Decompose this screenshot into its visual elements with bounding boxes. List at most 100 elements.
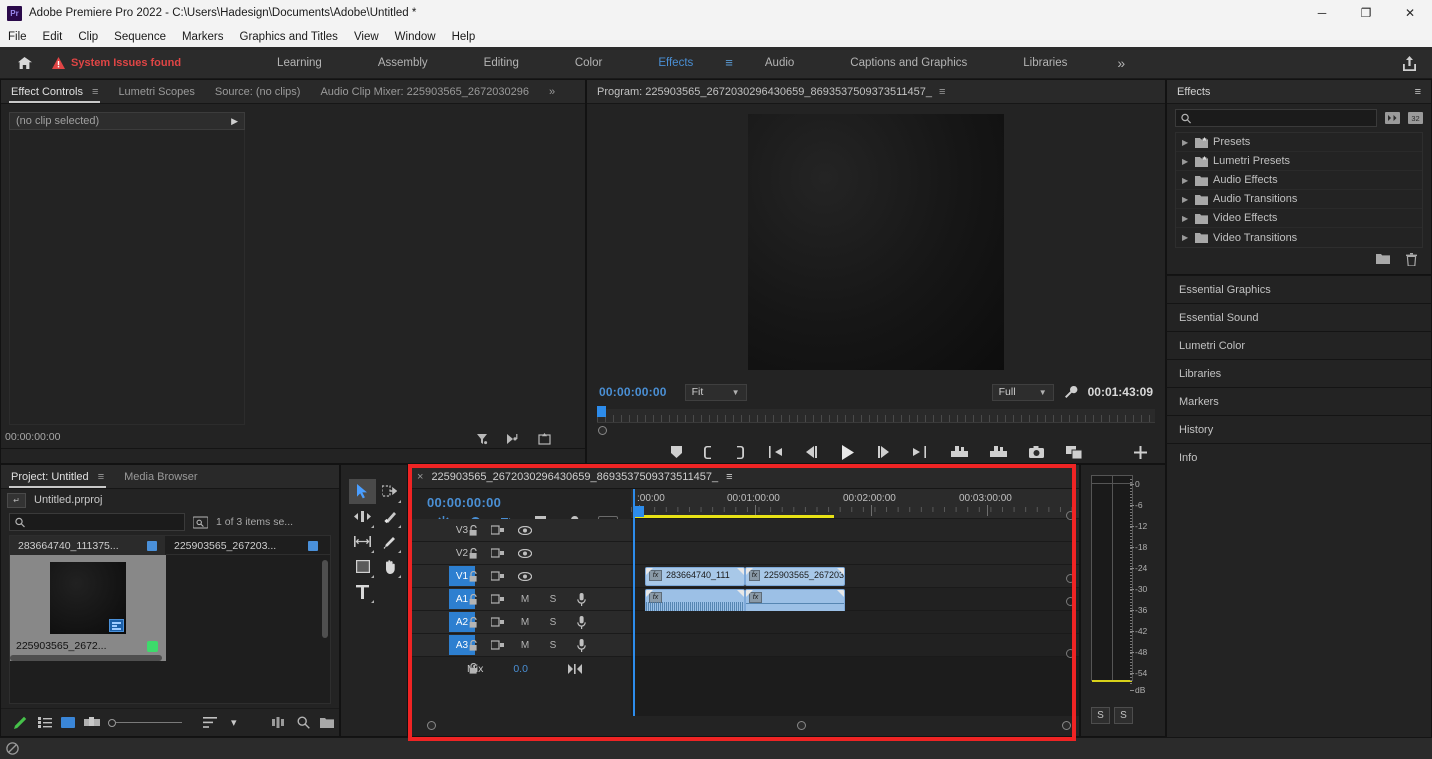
effects-tree-item-presets[interactable]: ▶ Presets	[1176, 133, 1422, 152]
go-to-in-icon[interactable]	[766, 446, 782, 458]
play-icon[interactable]	[840, 444, 855, 460]
search-input[interactable]	[1196, 112, 1376, 124]
lock-icon[interactable]	[469, 593, 478, 605]
project-item-selected[interactable]: 225903565_2672...	[10, 555, 166, 661]
button-editor-plus-icon[interactable]	[1134, 445, 1147, 459]
timeline-zoom-handle-left[interactable]	[427, 721, 436, 730]
workspace-tab-editing[interactable]: Editing	[456, 47, 547, 79]
project-item-hscrollbar[interactable]	[10, 655, 162, 661]
program-monitor-playhead[interactable]	[597, 406, 606, 417]
solo-track-button[interactable]: S	[539, 617, 567, 628]
chevron-right-icon[interactable]: ▶	[1182, 157, 1190, 166]
workspace-tab-audio[interactable]: Audio	[737, 47, 822, 79]
chevron-right-icon[interactable]: ▶	[231, 116, 238, 127]
timeline-playhead-head[interactable]	[635, 506, 644, 517]
timeline-scroll-dot-mid[interactable]	[1066, 574, 1075, 583]
hamburger-icon[interactable]: ≡	[98, 471, 104, 483]
type-tool[interactable]	[349, 579, 376, 604]
panel-history[interactable]: History	[1166, 415, 1432, 443]
voice-over-mic-icon[interactable]	[567, 592, 595, 606]
export-icon[interactable]	[1401, 55, 1418, 72]
effects-tree-item-video-transitions[interactable]: ▶ Video Transitions	[1176, 228, 1422, 247]
panel-libraries[interactable]: Libraries	[1166, 359, 1432, 387]
timeline-row-v2[interactable]	[631, 542, 1079, 565]
timeline-playhead-timecode[interactable]: 00:00:00:00	[409, 489, 631, 510]
hamburger-icon[interactable]: ≡	[726, 471, 732, 483]
sort-icon[interactable]	[198, 717, 222, 728]
find-icon[interactable]	[291, 716, 315, 729]
hamburger-icon[interactable]: ≡	[939, 86, 945, 98]
timeline-row-a3[interactable]	[631, 634, 1079, 657]
tab-project-untitled[interactable]: Project: Untitled ≡	[1, 465, 114, 488]
delete-icon[interactable]	[1406, 253, 1417, 266]
menu-help[interactable]: Help	[452, 31, 476, 43]
program-monitor-ruler[interactable]	[597, 409, 1155, 423]
mute-track-button[interactable]: M	[511, 640, 539, 651]
effects-tree-item-video-effects[interactable]: ▶ Video Effects	[1176, 209, 1422, 228]
timeline-scroll-dot-mid2[interactable]	[1066, 597, 1075, 606]
zoom-slider-track[interactable]	[116, 722, 183, 723]
step-forward-icon[interactable]	[877, 446, 891, 458]
filter-bin-content-icon[interactable]	[193, 515, 208, 529]
export-frame-icon[interactable]	[538, 433, 551, 445]
mute-track-button[interactable]: M	[511, 594, 539, 605]
workspace-tab-learning[interactable]: Learning	[249, 47, 350, 79]
maximize-button[interactable]: ❐	[1344, 0, 1388, 26]
track-header-a2[interactable]: A2 M S	[409, 611, 631, 634]
ripple-edit-tool[interactable]	[349, 504, 376, 529]
menu-sequence[interactable]: Sequence	[114, 31, 166, 43]
lock-icon[interactable]	[469, 616, 478, 628]
lock-icon[interactable]	[469, 570, 478, 582]
menu-clip[interactable]: Clip	[78, 31, 98, 43]
mix-value[interactable]: 0.0	[513, 663, 528, 675]
project-search-input[interactable]	[30, 516, 184, 528]
track-header-v1[interactable]: V1	[409, 565, 631, 588]
toggle-output-eye-icon[interactable]	[511, 525, 539, 535]
navigate-up-icon[interactable]: ↵	[7, 492, 26, 508]
panel-markers[interactable]: Markers	[1166, 387, 1432, 415]
sync-lock-icon[interactable]	[483, 640, 511, 650]
workspace-tab-effects[interactable]: Effects	[630, 47, 721, 79]
chevron-right-icon[interactable]: ▶	[1182, 214, 1190, 223]
toggle-output-eye-icon[interactable]	[511, 548, 539, 558]
timeline-row-a2[interactable]	[631, 611, 1079, 634]
mark-in-icon[interactable]	[703, 445, 713, 459]
filter-icon[interactable]	[476, 433, 488, 445]
zoom-level-dropdown[interactable]: Fit ▼	[684, 383, 747, 401]
project-search-field[interactable]	[9, 513, 185, 531]
lock-icon[interactable]	[469, 639, 478, 651]
chevron-right-icon[interactable]: ▶	[1182, 195, 1190, 204]
solo-track-button[interactable]: S	[539, 640, 567, 651]
close-icon[interactable]: ×	[417, 471, 423, 483]
hamburger-icon[interactable]: ≡	[1415, 86, 1421, 98]
solo-button-right[interactable]: S	[1114, 707, 1133, 724]
pen-tool[interactable]	[376, 529, 403, 554]
system-issues-indicator[interactable]: System Issues found	[48, 56, 181, 69]
program-zoom-handle-left[interactable]	[598, 426, 607, 435]
comparison-view-icon[interactable]	[1065, 445, 1082, 459]
mute-track-button[interactable]: M	[511, 617, 539, 628]
no-entry-icon[interactable]	[6, 742, 19, 755]
new-custom-bin-icon[interactable]	[1376, 253, 1390, 266]
track-header-mix[interactable]: Mix 0.0	[409, 657, 631, 680]
sync-lock-icon[interactable]	[483, 548, 511, 558]
tab-lumetri-scopes[interactable]: Lumetri Scopes	[108, 80, 204, 103]
home-icon[interactable]	[0, 56, 48, 70]
timeline-clip-video-1[interactable]: fx 283664740_111	[645, 567, 745, 586]
timeline-row-v3[interactable]	[631, 519, 1079, 542]
workspace-menu-icon[interactable]: ≡	[721, 55, 737, 70]
chevron-right-icon[interactable]: ▶	[1182, 138, 1190, 147]
toggle-output-eye-icon[interactable]	[511, 571, 539, 581]
timeline-row-a1[interactable]: fx fx	[631, 588, 1079, 617]
zoom-slider[interactable]	[108, 718, 183, 727]
timeline-horizontal-scroll[interactable]	[409, 716, 1079, 736]
keyframe-nav-icon[interactable]	[506, 433, 520, 445]
effects-search-field[interactable]	[1175, 109, 1377, 127]
menu-markers[interactable]: Markers	[182, 31, 224, 43]
tab-audio-clip-mixer[interactable]: Audio Clip Mixer: 225903565_2672030296	[310, 80, 539, 103]
lock-icon[interactable]	[469, 547, 478, 559]
slip-tool[interactable]	[349, 529, 376, 554]
chevron-right-icon[interactable]: ▶	[1182, 233, 1190, 242]
go-to-out-icon[interactable]	[912, 446, 929, 458]
32-bit-color-icon[interactable]: 32	[1408, 111, 1423, 125]
